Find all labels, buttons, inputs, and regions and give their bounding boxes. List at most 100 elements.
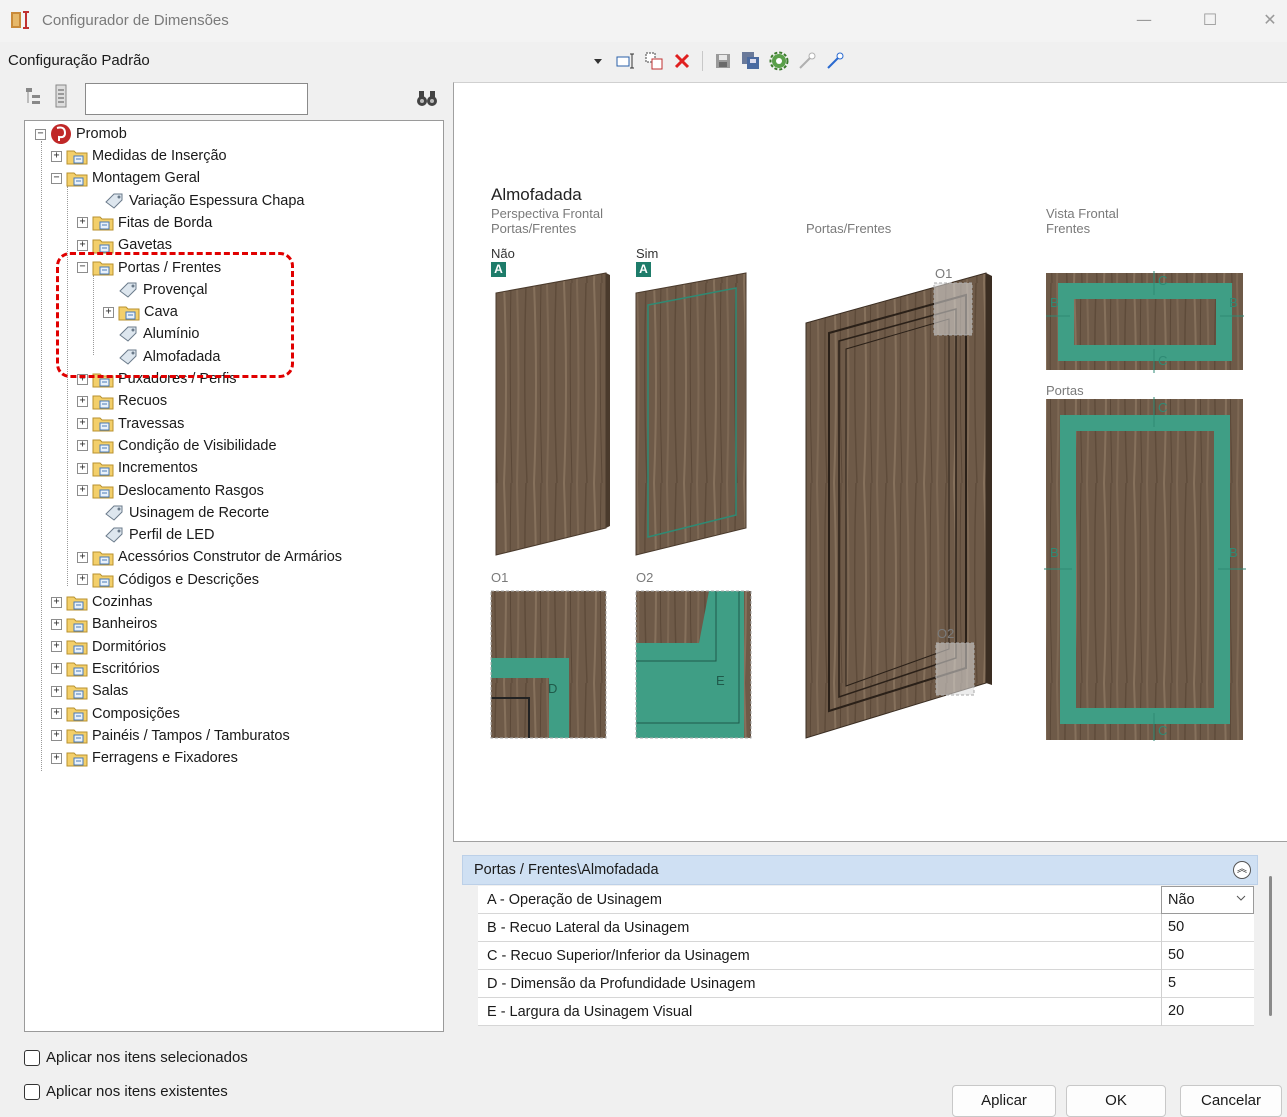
tree-node[interactable]: Variação Espessura Chapa [89,190,304,212]
import-icon[interactable] [824,50,846,72]
apply-selected-checkbox[interactable] [24,1049,40,1066]
ok-button[interactable]: OK [1066,1085,1166,1117]
tree-node[interactable]: Usinagem de Recorte [89,502,269,524]
expand-tree-icon[interactable] [24,86,44,108]
collapse-icon[interactable]: − [51,172,62,184]
tree-node[interactable]: + Composições [51,703,180,725]
tree-label: Incrementos [118,460,198,477]
tree-node[interactable]: + Banheiros [51,613,157,635]
tree-label: Salas [92,683,129,700]
folder-icon [66,596,88,610]
tree-node[interactable]: + Deslocamento Rasgos [77,480,264,502]
expand-icon[interactable]: + [77,418,88,430]
property-value[interactable]: 5 [1161,970,1254,998]
tree-node[interactable]: + Fitas de Borda [77,212,212,234]
apply-existing-checkbox[interactable] [24,1083,40,1100]
expand-icon[interactable]: + [77,574,88,586]
folder-icon [66,752,88,767]
save-icon[interactable] [712,50,734,72]
config-dropdown-icon[interactable] [587,50,609,72]
letter-b-frente-left: B [1050,295,1059,310]
tree-tools [24,82,444,118]
expand-icon[interactable]: + [77,239,88,251]
property-row[interactable]: A - Operação de Usinagem Não [478,886,1254,914]
expand-icon[interactable]: + [51,752,62,764]
apply-button[interactable]: Aplicar [952,1085,1056,1117]
save-all-icon[interactable] [740,50,762,72]
property-row[interactable]: C - Recuo Superior/Inferior da Usinagem 5… [478,942,1254,970]
binoculars-icon[interactable] [416,88,438,108]
expand-icon[interactable]: + [51,663,62,675]
collapse-up-icon[interactable]: ︽ [1233,861,1251,879]
tree-node[interactable]: + Escritórios [51,658,160,680]
letter-e: E [716,673,725,688]
tree-node[interactable]: + Travessas [77,413,184,435]
settings-icon[interactable] [768,50,790,72]
tree-node[interactable]: + Recuos [77,390,167,412]
tree-label: Painéis / Tampos / Tamburatos [92,727,290,744]
operation-select[interactable]: Não [1161,886,1254,914]
cancel-button[interactable]: Cancelar [1180,1085,1282,1117]
tree-node[interactable]: + Acessórios Construtor de Armários [77,546,342,568]
duplicate-icon[interactable] [643,50,665,72]
property-value[interactable]: 20 [1161,998,1254,1026]
collapse-tree-icon[interactable] [54,84,68,108]
tree-label: Usinagem de Recorte [129,504,270,521]
collapse-icon[interactable]: − [35,128,46,140]
tree-node[interactable]: + Ferragens e Fixadores [51,747,238,769]
tree-node[interactable]: + Salas [51,680,128,702]
rename-icon[interactable] [615,50,637,72]
tree-label: Fitas de Borda [118,214,213,231]
property-row[interactable]: D - Dimensão da Profundidade Usinagem 5 [478,970,1254,998]
property-row[interactable]: B - Recuo Lateral da Usinagem 50 [478,914,1254,942]
expand-icon[interactable]: + [51,618,62,630]
expand-icon[interactable]: + [77,551,88,563]
tree-node[interactable]: Perfil de LED [89,524,214,546]
expand-icon[interactable]: + [51,730,62,742]
tree-node[interactable]: + Cozinhas [51,591,152,613]
tree-label: Escritórios [92,660,160,677]
tree-label: Composições [92,705,180,722]
apply-selected-option[interactable]: Aplicar nos itens selecionados [24,1049,248,1066]
folder-icon [92,395,114,410]
tree-node[interactable]: + Condição de Visibilidade [77,435,277,457]
maximize-button[interactable]: ☐ [1190,8,1230,32]
letter-c-porta-bottom: C [1158,723,1168,738]
apply-existing-option[interactable]: Aplicar nos itens existentes [24,1083,228,1100]
export-icon[interactable] [796,50,818,72]
expand-icon[interactable]: + [51,641,62,653]
tree-node[interactable]: + Painéis / Tampos / Tamburatos [51,725,290,747]
property-row[interactable]: E - Largura da Usinagem Visual 20 [478,998,1254,1026]
delete-icon[interactable] [671,50,693,72]
properties-panel: Portas / Frentes\Almofadada ︽ A - Operaç… [462,855,1258,1026]
expand-icon[interactable]: + [77,485,88,496]
expand-icon[interactable]: + [77,440,88,452]
expand-icon[interactable]: + [77,462,88,474]
expand-icon[interactable]: + [77,217,88,229]
properties-scrollbar[interactable] [1269,876,1272,1016]
tree-node[interactable]: + Medidas de Inserção [51,145,227,167]
tree-node[interactable]: + Incrementos [77,457,198,479]
window-title: Configurador de Dimensões [42,12,229,29]
expand-icon[interactable]: + [51,708,62,719]
tree-node[interactable]: + Dormitórios [51,636,166,658]
preview-title: Almofadada [491,185,582,204]
minimize-button[interactable]: — [1124,8,1164,32]
folder-icon [66,172,88,187]
search-input[interactable] [85,83,308,115]
expand-icon[interactable]: + [51,150,62,162]
title-bar: Configurador de Dimensões — ☐ ✕ [0,0,1287,42]
tree-node-root[interactable]: − Promob [35,123,127,145]
tree-label: Recuos [118,393,168,410]
property-value[interactable]: 50 [1161,914,1254,942]
tag-icon [105,193,123,209]
expand-icon[interactable]: + [77,395,88,407]
letter-c-frente-bottom: C [1158,353,1168,368]
properties-header[interactable]: Portas / Frentes\Almofadada ︽ [462,855,1258,885]
property-value[interactable]: 50 [1161,942,1254,970]
tree-node[interactable]: + Códigos e Descrições [77,569,259,591]
tree-node[interactable]: − Montagem Geral [51,167,200,189]
expand-icon[interactable]: + [51,596,62,608]
close-button[interactable]: ✕ [1250,8,1287,32]
expand-icon[interactable]: + [51,685,62,697]
